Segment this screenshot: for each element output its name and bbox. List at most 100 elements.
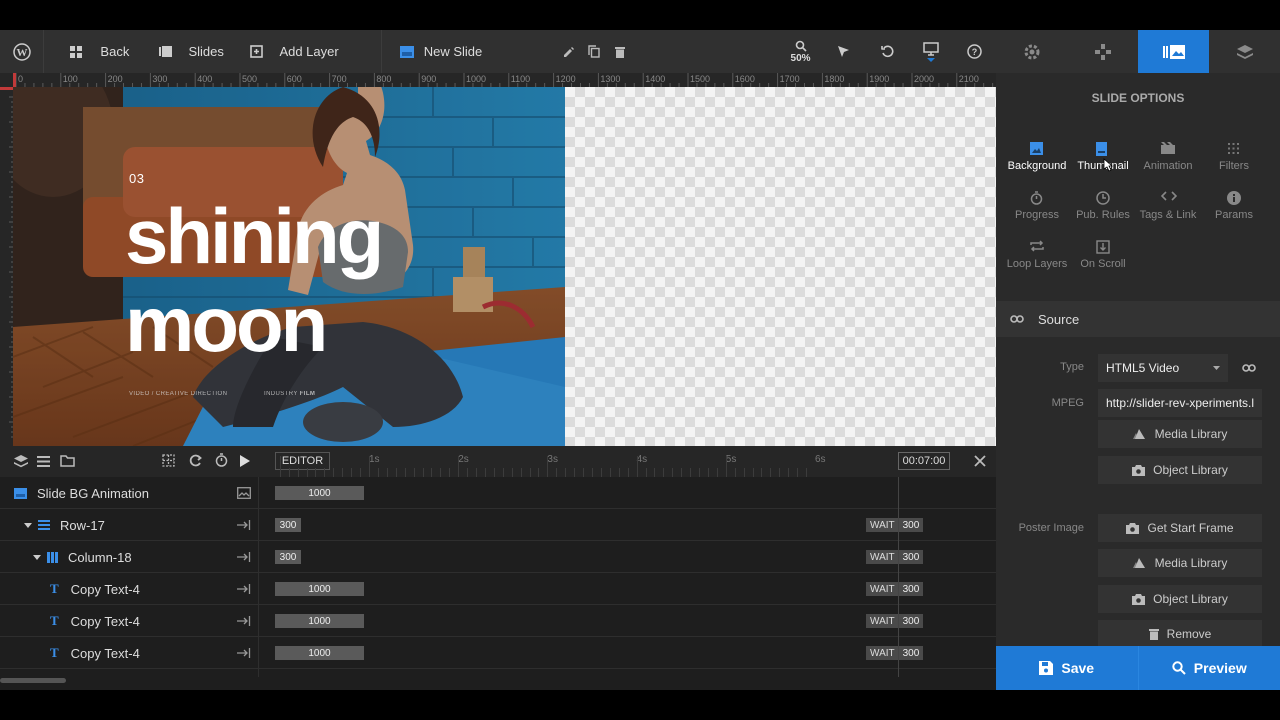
delete-button[interactable]: [607, 30, 633, 73]
horizontal-scrollbar[interactable]: [0, 678, 66, 683]
animation-bar[interactable]: 1000: [275, 646, 364, 660]
folder-icon[interactable]: [60, 455, 75, 467]
wait-marker[interactable]: WAIT 300: [866, 646, 924, 660]
time-tick: [360, 468, 362, 477]
layers-icon[interactable]: [14, 455, 28, 468]
type-select[interactable]: HTML5 Video: [1098, 354, 1228, 382]
rename-button[interactable]: [556, 30, 582, 73]
option-on-scroll[interactable]: On Scroll: [1068, 240, 1138, 270]
link-icon[interactable]: [1242, 364, 1256, 372]
tab-layers[interactable]: [1209, 30, 1280, 73]
option-params[interactable]: Params: [1199, 191, 1269, 221]
mpeg-label: MPEG: [1051, 397, 1084, 409]
option-animation[interactable]: Animation: [1133, 142, 1203, 172]
layer-label[interactable]: T Copy Text-4: [50, 637, 140, 669]
time-tick: [369, 456, 370, 477]
select-tool-button[interactable]: [822, 30, 865, 73]
slides-button[interactable]: Slides: [143, 30, 238, 73]
option-loop-layers[interactable]: Loop Layers: [1002, 240, 1072, 270]
animation-bar[interactable]: 300: [275, 518, 301, 532]
option-background[interactable]: Background: [1002, 142, 1072, 172]
editor-label[interactable]: EDITOR: [275, 452, 330, 470]
wordpress-button[interactable]: W: [0, 30, 43, 73]
animation-bar[interactable]: 1000: [275, 614, 364, 628]
align-end-icon[interactable]: [237, 647, 251, 659]
option-tags-link[interactable]: Tags & Link: [1133, 191, 1203, 221]
layer-label[interactable]: T Copy Text-4: [50, 573, 140, 605]
wait-marker[interactable]: WAIT 300: [866, 614, 924, 628]
remove-button[interactable]: Remove: [1098, 620, 1262, 646]
stopwatch-icon[interactable]: [215, 453, 228, 467]
layer-label[interactable]: Row-17: [24, 509, 105, 541]
image-icon[interactable]: [237, 487, 251, 499]
animation-bar[interactable]: 300: [275, 550, 301, 564]
slide-name-button[interactable]: New Slide: [382, 30, 556, 73]
slide-headline-line2[interactable]: moon: [125, 279, 328, 369]
play-icon[interactable]: [240, 455, 250, 467]
option-progress[interactable]: Progress: [1002, 191, 1072, 221]
source-label: Source: [1038, 311, 1080, 327]
top-toolbar: W Back Slides Add Layer New Slide 50% ?: [0, 30, 996, 73]
animation-bar[interactable]: 1000: [275, 582, 364, 596]
align-end-icon[interactable]: [237, 615, 251, 627]
time-tick: [440, 468, 442, 477]
close-icon[interactable]: [974, 455, 986, 467]
duplicate-button[interactable]: [581, 30, 607, 73]
layer-label[interactable]: T Copy Text-4: [50, 605, 140, 637]
timeline-row[interactable]: Slide BG Animation 1000: [0, 477, 996, 509]
align-end-icon[interactable]: [237, 583, 251, 595]
timeline-row[interactable]: T Copy Text-4 1000 WAIT 300: [0, 605, 996, 637]
ruler-tick-label: 2000: [914, 74, 934, 84]
timeline-row[interactable]: Column-18 300 WAIT 300: [0, 541, 996, 573]
time-tick: [556, 468, 558, 477]
time-tick: [547, 456, 549, 477]
wait-marker[interactable]: WAIT 300: [866, 582, 924, 596]
mpeg-input[interactable]: http://slider-rev-xperiments.l: [1098, 389, 1262, 417]
slide-caption-right[interactable]: INDUSTRY FILM: [264, 391, 315, 397]
timeline-row[interactable]: T Copy Text-4 1000 WAIT 300: [0, 637, 996, 669]
preview-button[interactable]: Preview: [1139, 646, 1280, 690]
vertical-ruler: [0, 87, 13, 446]
save-button[interactable]: Save: [996, 646, 1139, 690]
media-library-button[interactable]: Media Library: [1098, 420, 1262, 448]
grid-select-icon[interactable]: [162, 454, 175, 467]
timeline-row[interactable]: Row-17 300 WAIT 300: [0, 509, 996, 541]
slide-canvas[interactable]: 03 shining moon VIDEO / CREATIVE DIRECTI…: [13, 87, 996, 446]
align-end-icon[interactable]: [237, 519, 251, 531]
get-start-frame-button[interactable]: Get Start Frame: [1098, 514, 1262, 542]
layer-label[interactable]: Slide BG Animation: [14, 477, 149, 509]
option-filters[interactable]: Filters: [1199, 142, 1269, 172]
timeline-row[interactable]: T Copy Text-4 1000 WAIT 300: [0, 573, 996, 605]
slide-number[interactable]: 03: [129, 171, 144, 186]
option-publish-rules[interactable]: Pub. Rules: [1068, 191, 1138, 221]
time-tick: [333, 468, 335, 477]
wait-marker[interactable]: WAIT 300: [866, 550, 924, 564]
layer-label[interactable]: Column-18: [33, 541, 132, 573]
slide-caption-left[interactable]: VIDEO / CREATIVE DIRECTION: [129, 391, 227, 397]
option-label: Filters: [1219, 160, 1249, 172]
add-layer-button[interactable]: Add Layer: [238, 30, 380, 73]
tab-slide-options[interactable]: [1138, 30, 1209, 73]
back-button[interactable]: Back: [44, 30, 143, 73]
slides-label: Slides: [188, 44, 224, 59]
tab-navigation[interactable]: [1067, 30, 1138, 73]
list-icon[interactable]: [37, 456, 50, 467]
align-end-icon[interactable]: [237, 551, 251, 563]
poster-object-library-button[interactable]: Object Library: [1098, 585, 1262, 613]
device-button[interactable]: [909, 30, 952, 73]
object-library-button[interactable]: Object Library: [1098, 456, 1262, 484]
wait-label: WAIT: [870, 647, 895, 659]
animation-bar[interactable]: 1000: [275, 486, 364, 500]
slide-options-icon: [1162, 44, 1185, 59]
help-button[interactable]: ?: [953, 30, 996, 73]
time-display[interactable]: 00:07:00: [898, 452, 950, 470]
wait-marker[interactable]: WAIT 300: [866, 518, 924, 532]
undo-button[interactable]: [866, 30, 909, 73]
poster-media-library-button[interactable]: Media Library: [1098, 549, 1262, 577]
zoom-button[interactable]: 50%: [779, 30, 822, 73]
source-section-header[interactable]: Source: [996, 301, 1280, 337]
slide-preview[interactable]: 03 shining moon VIDEO / CREATIVE DIRECTI…: [13, 87, 565, 446]
tab-settings[interactable]: [996, 30, 1067, 73]
loop-icon[interactable]: [189, 454, 202, 467]
slide-headline-line1[interactable]: shining: [125, 191, 384, 281]
